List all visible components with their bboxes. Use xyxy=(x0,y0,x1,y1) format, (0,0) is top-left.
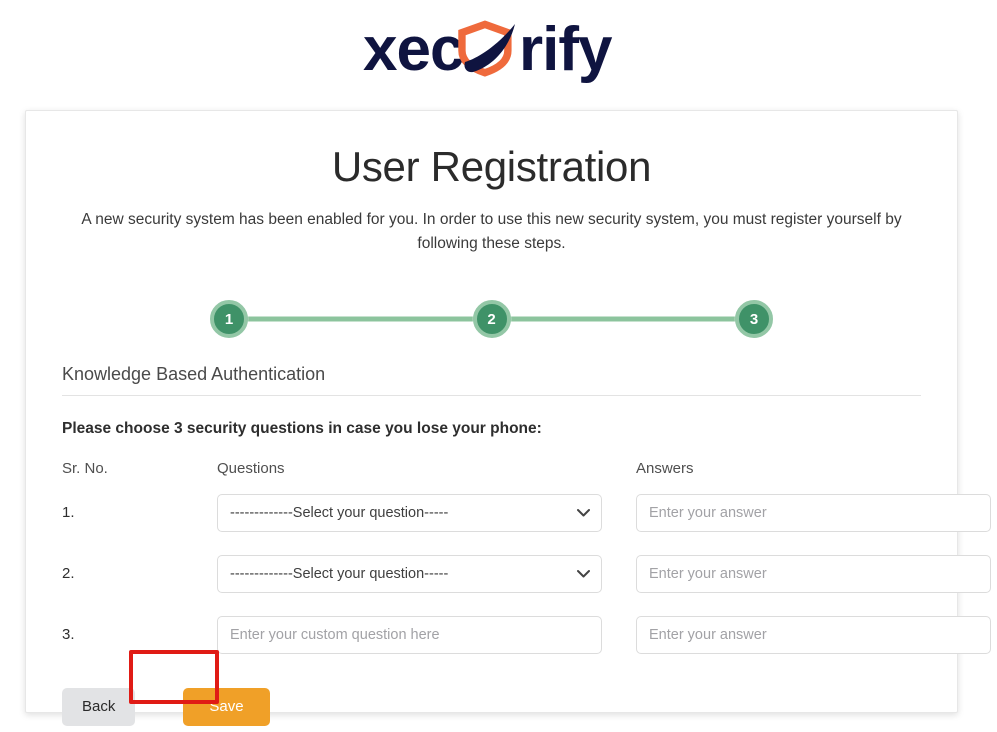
table-row: 1. -------------Select your question----… xyxy=(62,482,991,543)
save-button[interactable]: Save xyxy=(183,688,270,727)
registration-card: User Registration A new security system … xyxy=(25,110,991,727)
svg-text:xec: xec xyxy=(363,15,463,84)
page-title: User Registration xyxy=(331,143,652,190)
step-number-3: 3 xyxy=(749,310,759,328)
table-row: 3. xyxy=(62,604,991,665)
column-header-answers: Answers xyxy=(636,459,694,477)
answer-input-3[interactable] xyxy=(636,615,991,654)
question-select-wrapper-1: -------------Select your question----- xyxy=(217,493,602,532)
answer-input-2[interactable] xyxy=(636,554,991,593)
progress-stepper: 1 2 3 xyxy=(44,288,939,350)
step-indicator-3[interactable]: 3 xyxy=(735,300,773,339)
back-button[interactable]: Back xyxy=(62,688,136,727)
step-indicator-2[interactable]: 2 xyxy=(472,300,511,339)
instruction-text: Please choose 3 security questions in ca… xyxy=(62,420,542,438)
step-number-1: 1 xyxy=(224,310,234,328)
question-select-wrapper-2: -------------Select your question----- xyxy=(217,554,602,593)
column-header-sr-no: Sr. No. xyxy=(62,459,108,477)
column-header-questions: Questions xyxy=(217,459,285,477)
question-select-1[interactable]: -------------Select your question----- xyxy=(217,493,602,532)
section-divider xyxy=(62,395,921,397)
form-actions: Back Save xyxy=(62,687,939,727)
page-subtitle: A new security system has been enabled f… xyxy=(81,211,902,253)
row-number-3: 3. xyxy=(62,626,75,644)
brand-logo-icon: xec rify xyxy=(363,15,614,84)
security-questions-table: Sr. No. Questions Answers 1. -----------… xyxy=(62,454,991,665)
question-select-2[interactable]: -------------Select your question----- xyxy=(217,554,602,593)
row-number-1: 1. xyxy=(62,504,75,522)
svg-text:rify: rify xyxy=(519,15,613,84)
page-header: xec rify xyxy=(0,0,997,100)
custom-question-input-3[interactable] xyxy=(217,615,602,654)
row-number-2: 2. xyxy=(62,565,75,583)
step-number-2: 2 xyxy=(487,310,496,328)
answer-input-1[interactable] xyxy=(636,493,991,532)
section-title: Knowledge Based Authentication xyxy=(62,364,326,385)
step-indicator-1[interactable]: 1 xyxy=(210,300,248,339)
xecurify-logo: xec rify xyxy=(363,14,635,86)
table-header-row: Sr. No. Questions Answers xyxy=(62,454,959,482)
table-row: 2. -------------Select your question----… xyxy=(62,543,991,604)
